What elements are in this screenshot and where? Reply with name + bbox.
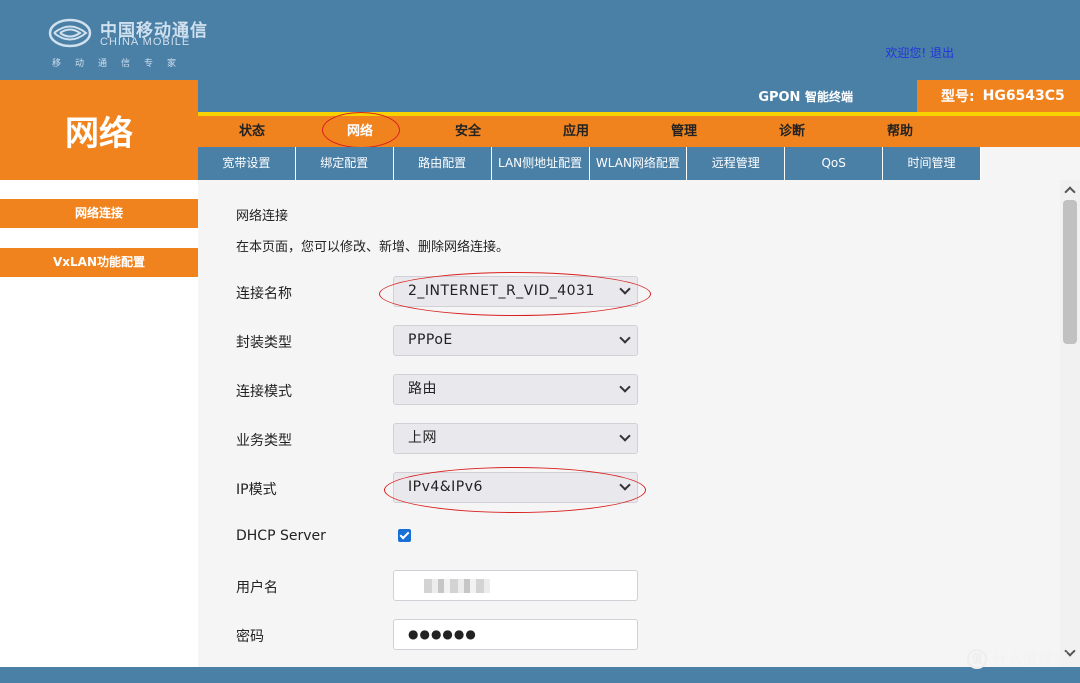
password-label: 密码: [236, 626, 264, 646]
ip-mode-label: IP模式: [236, 479, 277, 499]
page-title: 网络连接: [236, 205, 288, 224]
page-description: 在本页面，您可以修改、新增、删除网络连接。: [236, 236, 509, 255]
subnav-filler: [981, 147, 1080, 180]
username-input[interactable]: [393, 570, 638, 601]
password-input[interactable]: ●●●●●●: [393, 619, 638, 650]
sidebar: 网络连接 VxLAN功能配置: [0, 180, 198, 667]
welcome-area: 欢迎您! 退出: [885, 44, 954, 61]
subnav-broadband[interactable]: 宽带设置: [198, 147, 296, 180]
subnav-remote[interactable]: 远程管理: [687, 147, 785, 180]
chevron-down-icon: [619, 381, 630, 392]
encapsulation-label: 封装类型: [236, 332, 292, 352]
nav-management[interactable]: 管理: [630, 116, 738, 147]
gpon-text: GPON: [758, 90, 800, 105]
subnav-wlan[interactable]: WLAN网络配置: [590, 147, 688, 180]
product-band: GPON 智能终端: [198, 80, 917, 112]
section-title: 网络: [0, 80, 198, 180]
annotation-circle-ip-mode: [384, 467, 646, 513]
nav-network[interactable]: 网络: [306, 116, 414, 147]
username-label: 用户名: [236, 577, 278, 597]
dhcp-server-checkbox[interactable]: [398, 529, 411, 542]
chevron-down-icon: [619, 332, 630, 343]
subnav-routing[interactable]: 路由配置: [394, 147, 492, 180]
watermark-logo-icon: 值: [967, 649, 987, 669]
service-type-value: 上网: [408, 430, 437, 446]
china-mobile-logo: 中国移动通信 CHINA MOBILE 移动通信专家: [48, 14, 218, 70]
sidebar-item-network-connection[interactable]: 网络连接: [0, 199, 198, 228]
watermark-text: 什么值得买: [993, 648, 1068, 669]
content-panel: 网络连接 在本页面，您可以修改、新增、删除网络连接。 连接名称 2_INTERN…: [198, 180, 1060, 667]
nav-security[interactable]: 安全: [414, 116, 522, 147]
scrollbar-thumb[interactable]: [1063, 200, 1077, 344]
connection-mode-value: 路由: [408, 381, 437, 397]
connection-mode-select[interactable]: 路由: [393, 374, 638, 405]
encapsulation-value: PPPoE: [408, 332, 453, 348]
china-mobile-logo-icon: [48, 18, 92, 48]
model-label: 型号:: [941, 86, 975, 106]
header: 中国移动通信 CHINA MOBILE 移动通信专家 欢迎您! 退出: [0, 0, 1080, 80]
vertical-scrollbar[interactable]: [1060, 180, 1080, 667]
gpon-label: GPON 智能终端: [758, 88, 853, 105]
chevron-up-icon[interactable]: [1064, 186, 1075, 197]
nav-status[interactable]: 状态: [198, 116, 306, 147]
nav-application[interactable]: 应用: [522, 116, 630, 147]
footer-bar: [0, 667, 1080, 683]
model-box: 型号: HG6543C5: [917, 80, 1080, 112]
subnav-lan-address[interactable]: LAN侧地址配置: [492, 147, 590, 180]
chevron-down-icon: [619, 430, 630, 441]
dhcp-server-label: DHCP Server: [236, 528, 326, 544]
nav-help[interactable]: 帮助: [846, 116, 954, 147]
connection-name-label: 连接名称: [236, 283, 292, 303]
watermark: 值 什么值得买: [967, 648, 1068, 669]
model-value: HG6543C5: [983, 88, 1065, 104]
subnav-binding[interactable]: 绑定配置: [296, 147, 394, 180]
main-nav: 状态 网络 安全 应用 管理 诊断 帮助: [198, 116, 1080, 147]
service-type-select[interactable]: 上网: [393, 423, 638, 454]
logo-slogan: 移动通信专家: [52, 56, 190, 69]
encapsulation-select[interactable]: PPPoE: [393, 325, 638, 356]
subnav-qos[interactable]: QoS: [785, 147, 883, 180]
subnav-time[interactable]: 时间管理: [883, 147, 981, 180]
sub-nav: 宽带设置 绑定配置 路由配置 LAN侧地址配置 WLAN网络配置 远程管理 Qo…: [198, 147, 981, 180]
annotation-circle-connection: [379, 272, 651, 316]
logo-en-text: CHINA MOBILE: [100, 36, 190, 48]
logout-link[interactable]: 退出: [930, 46, 954, 60]
terminal-text: 智能终端: [805, 90, 853, 104]
nav-diagnostics[interactable]: 诊断: [738, 116, 846, 147]
service-type-label: 业务类型: [236, 430, 292, 450]
connection-mode-label: 连接模式: [236, 381, 292, 401]
welcome-text: 欢迎您!: [885, 46, 926, 60]
sidebar-item-vxlan[interactable]: VxLAN功能配置: [0, 248, 198, 277]
blurred-username: [424, 579, 490, 593]
